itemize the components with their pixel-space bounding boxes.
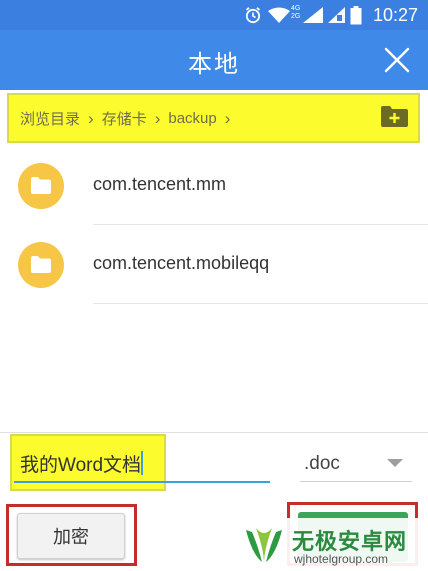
save-file-dialog: 4G 2G 10:27 本地 浏览目录 › 存储卡 › backup › com… — [0, 0, 428, 571]
chevron-down-icon[interactable] — [387, 459, 403, 467]
breadcrumb: 浏览目录 › 存储卡 › backup › — [20, 108, 238, 129]
status-time: 10:27 — [372, 5, 418, 25]
new-folder-icon[interactable] — [381, 105, 408, 127]
breadcrumb-item-browse[interactable]: 浏览目录 — [20, 108, 80, 129]
breadcrumb-item-storage[interactable]: 存储卡 — [102, 108, 147, 129]
app-bar: 本地 — [0, 30, 428, 90]
encrypt-button[interactable]: 加密 — [17, 513, 125, 559]
row-divider — [93, 303, 428, 304]
network-type-bottom: 2G — [291, 13, 301, 20]
folder-name: com.tencent.mm — [93, 174, 227, 194]
breadcrumb-separator: › — [224, 108, 231, 128]
wifi-icon — [268, 7, 290, 23]
text-cursor — [141, 451, 143, 475]
file-list: com.tencent.mm com.tencent.mobileqq — [0, 146, 428, 304]
signal-icon — [303, 7, 323, 23]
alarm-icon — [245, 7, 261, 24]
extension-select[interactable]: .doc — [304, 453, 340, 475]
extension-underline — [300, 481, 412, 482]
watermark: 无极安卓网 wjhotelgroup.com — [236, 518, 428, 571]
sim-icon — [328, 7, 345, 23]
breadcrumb-separator: › — [154, 108, 161, 128]
watermark-url: wjhotelgroup.com — [294, 552, 389, 566]
close-icon[interactable] — [384, 47, 410, 73]
battery-icon — [350, 6, 362, 25]
folder-name: com.tencent.mobileqq — [93, 253, 270, 273]
status-bar: 4G 2G 10:27 — [0, 0, 428, 30]
filename-input[interactable] — [20, 448, 270, 478]
folder-icon — [18, 242, 64, 288]
breadcrumb-separator: › — [88, 108, 94, 128]
list-item[interactable]: com.tencent.mobileqq — [0, 225, 428, 304]
form-divider — [0, 432, 428, 433]
list-item[interactable]: com.tencent.mm — [0, 146, 428, 225]
filename-underline — [14, 481, 270, 483]
breadcrumb-item-backup[interactable]: backup — [168, 110, 216, 127]
breadcrumb-bar: 浏览目录 › 存储卡 › backup › — [0, 90, 428, 146]
page-title: 本地 — [188, 51, 240, 78]
network-type-top: 4G — [291, 5, 301, 12]
folder-icon — [18, 163, 64, 209]
watermark-logo-icon — [246, 528, 282, 564]
